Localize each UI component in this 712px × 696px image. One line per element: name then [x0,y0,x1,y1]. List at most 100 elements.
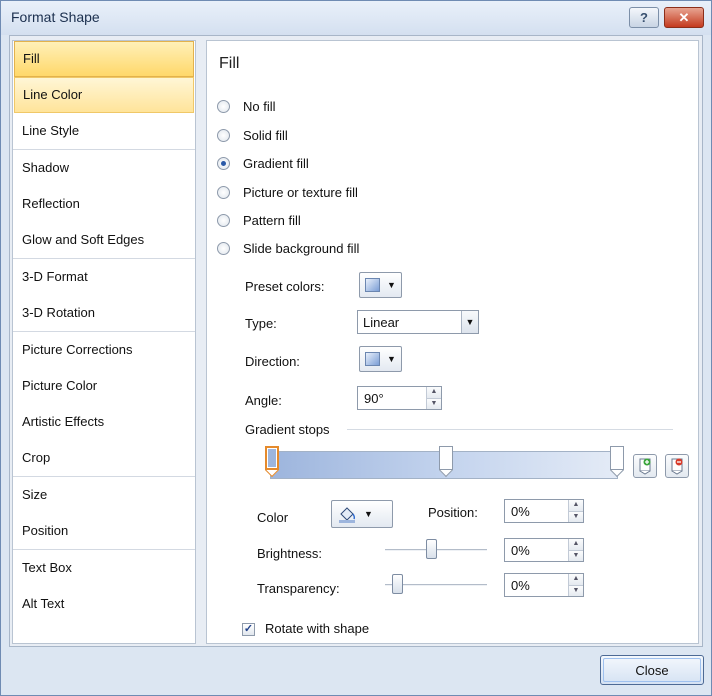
radio-button[interactable] [217,213,230,227]
nav-item-artistic-effects[interactable]: Artistic Effects [14,404,194,440]
rotate-with-shape-label: Rotate with shape [265,621,370,636]
nav-item-line-style[interactable]: Line Style [14,113,194,149]
direction-dropdown[interactable]: ▼ [359,346,402,372]
preset-colors-dropdown[interactable]: ▼ [359,272,402,298]
close-button-label: Close [635,662,669,678]
transparency-label: Transparency: [257,581,340,596]
nav-group-3d: 3-D Format 3-D Rotation [13,259,195,332]
brightness-label: Brightness: [257,546,323,561]
radio-picture-texture-fill[interactable]: Picture or texture fill [217,181,358,203]
radio-button[interactable] [217,128,230,142]
section-title: Fill [219,55,240,72]
spinner-buttons: ▲ ▼ [568,500,583,522]
dropdown-arrow-icon[interactable]: ▼ [461,311,478,333]
nav-item-shadow[interactable]: Shadow [14,150,194,186]
transparency-value[interactable]: 0% [505,578,568,593]
radio-button[interactable] [217,185,230,199]
remove-stop-icon [671,458,683,475]
direction-swatch-icon [365,352,380,366]
radio-solid-fill[interactable]: Solid fill [217,124,288,146]
spinner-buttons: ▲ ▼ [568,574,583,596]
spin-up-icon[interactable]: ▲ [569,539,583,551]
nav-item-position[interactable]: Position [14,513,194,549]
spin-up-icon[interactable]: ▲ [569,500,583,512]
gradient-swatch-icon [365,278,380,292]
nav-item-glow-soft-edges[interactable]: Glow and Soft Edges [14,222,194,258]
dialog-body: Fill Line Color Line Style Shadow Reflec… [9,35,703,647]
gradient-stop-1[interactable] [264,446,280,478]
type-select[interactable]: Linear ▼ [357,310,479,334]
gradient-stop-3[interactable] [609,446,625,478]
nav-group-picture: Picture Corrections Picture Color Artist… [13,332,195,477]
direction-label: Direction: [245,354,300,369]
preset-colors-label: Preset colors: [245,279,325,294]
radio-gradient-fill[interactable]: Gradient fill [217,152,309,174]
help-icon: ? [640,10,648,25]
help-button[interactable]: ? [629,7,659,28]
angle-label: Angle: [245,393,282,408]
spin-up-icon[interactable]: ▲ [427,387,441,399]
nav-item-size[interactable]: Size [14,477,194,513]
angle-spinner[interactable]: 90° ▲ ▼ [357,386,442,410]
spinner-buttons: ▲ ▼ [426,387,441,409]
spin-down-icon[interactable]: ▼ [569,511,583,522]
gradient-stop-2[interactable] [438,446,454,478]
title-bar: Format Shape ? ✕ [1,1,711,35]
nav-item-line-color[interactable]: Line Color [14,77,194,113]
color-dropdown[interactable]: ▼ [331,500,393,528]
paint-bucket-icon [339,507,356,523]
spin-down-icon[interactable]: ▼ [569,585,583,596]
transparency-slider-thumb[interactable] [392,574,403,594]
radio-label: Picture or texture fill [243,184,358,200]
dropdown-arrow-icon: ▼ [364,509,373,519]
nav-item-3d-rotation[interactable]: 3-D Rotation [14,295,194,331]
type-value: Linear [363,314,400,330]
position-label: Position: [428,505,478,520]
rotate-with-shape-checkbox[interactable]: ✓ [242,623,255,636]
close-icon: ✕ [678,9,690,25]
radio-button[interactable] [217,241,230,255]
nav-item-picture-color[interactable]: Picture Color [14,368,194,404]
brightness-spinner[interactable]: 0% ▲ ▼ [504,538,584,562]
radio-button[interactable] [217,99,230,113]
nav-item-text-box[interactable]: Text Box [14,550,194,586]
radio-pattern-fill[interactable]: Pattern fill [217,209,301,231]
add-stop-icon [639,458,651,475]
brightness-value[interactable]: 0% [505,543,568,558]
remove-gradient-stop-button[interactable] [665,454,689,478]
radio-label: Slide background fill [243,240,360,256]
radio-label: Gradient fill [243,155,309,171]
radio-label: Solid fill [243,127,288,143]
spinner-buttons: ▲ ▼ [568,539,583,561]
radio-label: No fill [243,98,276,114]
window-close-button[interactable]: ✕ [664,7,704,28]
nav-item-alt-text[interactable]: Alt Text [14,586,194,622]
add-gradient-stop-button[interactable] [633,454,657,478]
position-value[interactable]: 0% [505,504,568,519]
nav-group-size: Size Position [13,477,195,550]
gradient-stops-label: Gradient stops [245,422,330,437]
position-spinner[interactable]: 0% ▲ ▼ [504,499,584,523]
angle-value[interactable]: 90° [358,391,426,406]
radio-slide-background-fill[interactable]: Slide background fill [217,237,359,259]
nav-item-fill[interactable]: Fill [14,41,194,77]
nav-item-reflection[interactable]: Reflection [14,186,194,222]
type-label: Type: [245,316,277,331]
nav-group-effects: Shadow Reflection Glow and Soft Edges [13,150,195,259]
spin-down-icon[interactable]: ▼ [427,398,441,409]
nav-item-crop[interactable]: Crop [14,440,194,476]
spin-down-icon[interactable]: ▼ [569,550,583,561]
color-label: Color [257,510,289,525]
format-shape-dialog: Format Shape ? ✕ Fill Line Color Line St… [0,0,712,696]
radio-button-selected[interactable] [217,156,230,170]
close-button[interactable]: Close [600,655,704,685]
fill-panel: Fill No fill Solid fill Gradient fill Pi… [206,40,699,644]
spin-up-icon[interactable]: ▲ [569,574,583,586]
radio-no-fill[interactable]: No fill [217,95,276,117]
brightness-slider-thumb[interactable] [426,539,437,559]
nav-item-picture-corrections[interactable]: Picture Corrections [14,332,194,368]
dropdown-arrow-icon: ▼ [387,354,396,364]
nav-item-3d-format[interactable]: 3-D Format [14,259,194,295]
window-title: Format Shape [11,9,100,25]
transparency-spinner[interactable]: 0% ▲ ▼ [504,573,584,597]
